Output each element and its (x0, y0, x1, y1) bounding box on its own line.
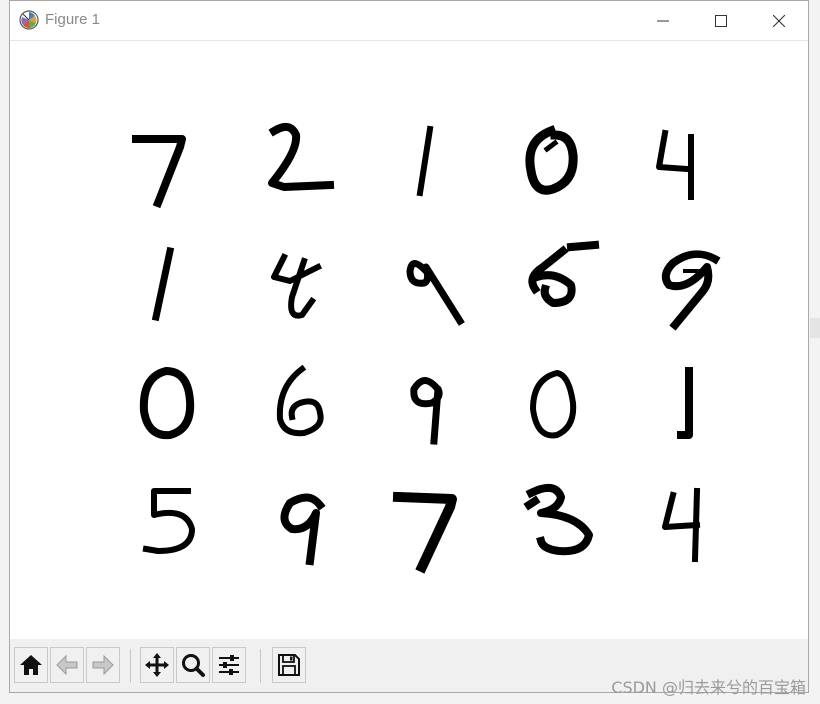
close-icon (773, 14, 785, 27)
home-icon (20, 655, 42, 675)
forward-button[interactable] (86, 647, 120, 683)
digit-image (151, 246, 175, 322)
pan-button[interactable] (140, 647, 174, 683)
digit-image (276, 364, 324, 437)
digit-image (416, 125, 434, 197)
digit-image (523, 483, 593, 556)
title-bar[interactable]: Figure 1 (10, 1, 808, 41)
minimize-icon (657, 20, 669, 21)
arrow-right-icon (92, 654, 114, 676)
digit-image (662, 487, 701, 563)
window-title: Figure 1 (45, 11, 101, 28)
digit-image (661, 249, 721, 331)
toolbar-separator (130, 649, 131, 683)
digit-image (268, 122, 335, 191)
digit-image (410, 377, 443, 445)
digit-image (530, 370, 577, 439)
close-button[interactable] (756, 1, 802, 40)
home-button[interactable] (14, 647, 48, 683)
digit-image (392, 491, 457, 574)
digit-image (280, 493, 326, 566)
configure-subplots-button[interactable] (212, 647, 246, 683)
figure-canvas[interactable] (10, 41, 808, 639)
floppy-disk-icon (278, 654, 300, 676)
sliders-icon (219, 655, 239, 675)
back-button[interactable] (50, 647, 84, 683)
watermark-text: CSDN @归去来兮的百宝箱 (611, 678, 806, 697)
minimize-button[interactable] (640, 1, 686, 40)
background-strip (810, 318, 820, 338)
digit-image (525, 125, 578, 195)
digit-image-grid (132, 122, 721, 574)
toolbar-separator (260, 649, 261, 683)
figure-window: Figure 1 (9, 0, 809, 693)
digit-image (132, 135, 186, 209)
digit-image (528, 240, 600, 307)
zoom-button[interactable] (176, 647, 210, 683)
arrow-left-icon (56, 654, 78, 676)
digit-image (139, 367, 195, 440)
matplotlib-logo-icon (19, 10, 39, 30)
digit-image (656, 129, 694, 200)
move-icon (145, 653, 169, 677)
digit-image (406, 260, 465, 326)
magnifier-icon (182, 654, 205, 677)
digit-image (142, 488, 195, 554)
digit-image (271, 252, 323, 319)
digit-image (677, 367, 693, 439)
maximize-icon (715, 14, 727, 27)
maximize-button[interactable] (698, 1, 744, 40)
save-button[interactable] (272, 647, 306, 683)
